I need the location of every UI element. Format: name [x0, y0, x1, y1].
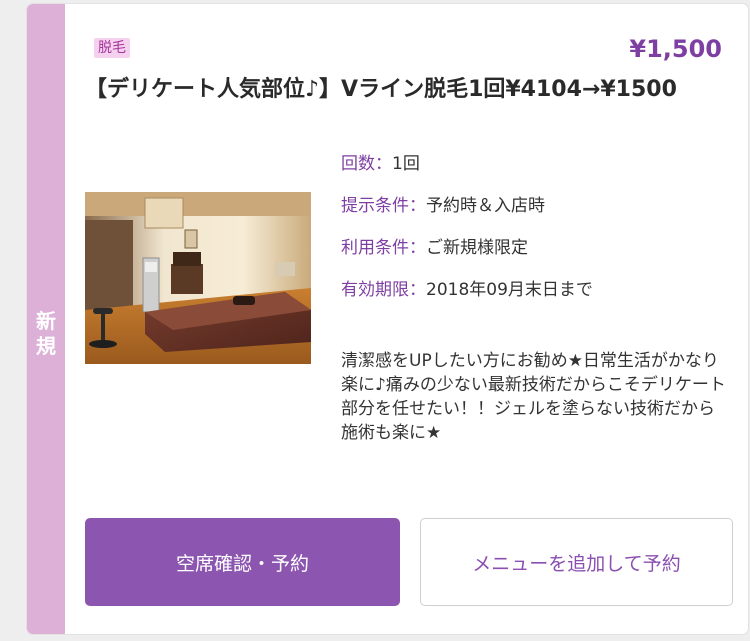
info-value: 1回 — [392, 154, 420, 174]
coupon-card: 新規 脱毛 ¥1,500 【デリケート人気部位♪】Vライン脱毛1回¥4104→¥… — [27, 4, 748, 634]
info-row-usage: 利用条件：ご新規様限定 — [341, 236, 736, 260]
info-row-expiry: 有効期限：2018年09月末日まで — [341, 278, 736, 302]
salon-room-photo — [85, 192, 311, 364]
info-value: 2018年09月末日まで — [426, 280, 593, 300]
info-row-count: 回数：1回 — [341, 152, 736, 176]
new-badge-label: 新規 — [36, 309, 56, 358]
info-value: ご新規様限定 — [426, 238, 528, 258]
info-key: 回数： — [341, 154, 392, 174]
info-key: 利用条件： — [341, 238, 426, 258]
reserve-button[interactable]: 空席確認・予約 — [85, 518, 400, 606]
coupon-description: 清潔感をUPしたい方にお勧め★日常生活がかなり楽に♪痛みの少ない最新技術だからこ… — [341, 351, 726, 443]
info-row-presentation: 提示条件：予約時＆入店時 — [341, 194, 736, 218]
info-value: 予約時＆入店時 — [426, 196, 545, 216]
category-tag: 脱毛 — [94, 38, 130, 58]
coupon-info: 回数：1回 提示条件：予約時＆入店時 利用条件：ご新規様限定 有効期限：2018… — [341, 152, 736, 320]
new-badge-stripe: 新規 — [27, 4, 65, 634]
coupon-title: 【デリケート人気部位♪】Vライン脱毛1回¥4104→¥1500 — [85, 77, 677, 102]
info-key: 有効期限： — [341, 280, 426, 300]
info-key: 提示条件： — [341, 196, 426, 216]
coupon-price: ¥1,500 — [629, 35, 722, 63]
add-menu-reserve-button[interactable]: メニューを追加して予約 — [420, 518, 733, 606]
